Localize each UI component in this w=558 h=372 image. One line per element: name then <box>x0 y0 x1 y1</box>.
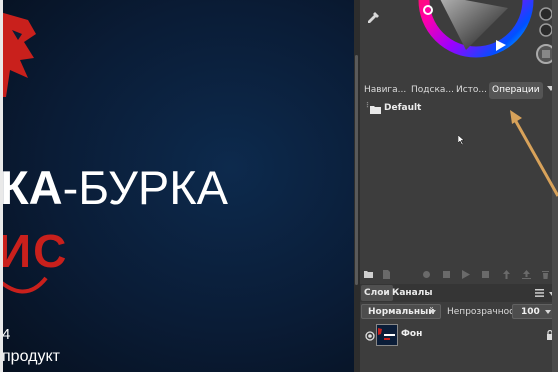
eyedropper-icon[interactable] <box>365 10 381 26</box>
red-arc-decoration <box>0 276 48 294</box>
export-icon[interactable] <box>522 270 531 279</box>
step-icon[interactable] <box>481 270 490 279</box>
red-logo-letters: ИС <box>0 225 69 277</box>
record-icon[interactable] <box>422 270 431 279</box>
open-folder-icon[interactable] <box>364 270 373 279</box>
move-up-icon[interactable] <box>502 270 511 279</box>
folder-icon <box>370 106 381 114</box>
caption-line-1: 4 <box>2 326 11 343</box>
layer-name[interactable]: Фон <box>401 329 422 339</box>
tab-layers[interactable]: Слои <box>361 285 393 301</box>
tab-operations[interactable]: Операции <box>489 82 543 99</box>
chevron-down-icon <box>545 310 551 314</box>
blend-mode-select[interactable]: Нормальный <box>361 304 441 319</box>
headline-text: КА-БУРКА <box>0 160 228 215</box>
canvas-area[interactable]: КА-БУРКА ИС 4 продукт <box>0 0 354 372</box>
color-selector[interactable] <box>360 0 558 78</box>
layer-row[interactable]: Фон <box>360 323 558 349</box>
blend-mode-value: Нормальный <box>368 307 435 317</box>
mouse-cursor-icon <box>458 135 465 145</box>
layer-thumbnail-image <box>377 325 397 345</box>
opacity-input[interactable]: 100 <box>512 304 556 319</box>
trash-icon[interactable] <box>541 270 550 279</box>
play-icon[interactable] <box>461 270 470 279</box>
canvas-border <box>0 0 3 372</box>
operations-folder-label: Default <box>384 103 422 113</box>
tab-navigator[interactable]: Навига... <box>361 82 409 99</box>
annotation-arrow-icon <box>510 110 558 197</box>
new-file-icon[interactable] <box>382 270 391 279</box>
vertical-scrollbar[interactable] <box>355 55 358 285</box>
docker-tabs: Навига... Подска... Исто... Операции <box>360 80 558 100</box>
drag-handle-icon: ⋮ <box>364 101 371 109</box>
tab-channels[interactable]: Каналы <box>389 285 435 301</box>
headline-rest: -БУРКА <box>62 161 228 214</box>
blend-row: Нормальный Непрозрачность 100 <box>360 303 558 321</box>
headline-bold: КА <box>0 161 63 214</box>
opacity-value: 100 <box>521 307 540 317</box>
stop-icon[interactable] <box>442 270 451 279</box>
operations-toolbar <box>360 268 558 282</box>
chevron-down-icon <box>430 310 436 314</box>
hamburger-menu-icon[interactable] <box>535 289 544 297</box>
caption-line-2: продукт <box>2 348 60 365</box>
layer-thumbnail <box>376 324 398 346</box>
tab-hints[interactable]: Подска... <box>408 82 457 99</box>
logo-icon <box>0 12 36 97</box>
tab-history[interactable]: Исто... <box>453 82 490 99</box>
visibility-eye-icon[interactable] <box>365 331 375 341</box>
hue-wheel-icon[interactable] <box>414 0 534 70</box>
layers-tabs: Слои Каналы <box>360 284 558 302</box>
